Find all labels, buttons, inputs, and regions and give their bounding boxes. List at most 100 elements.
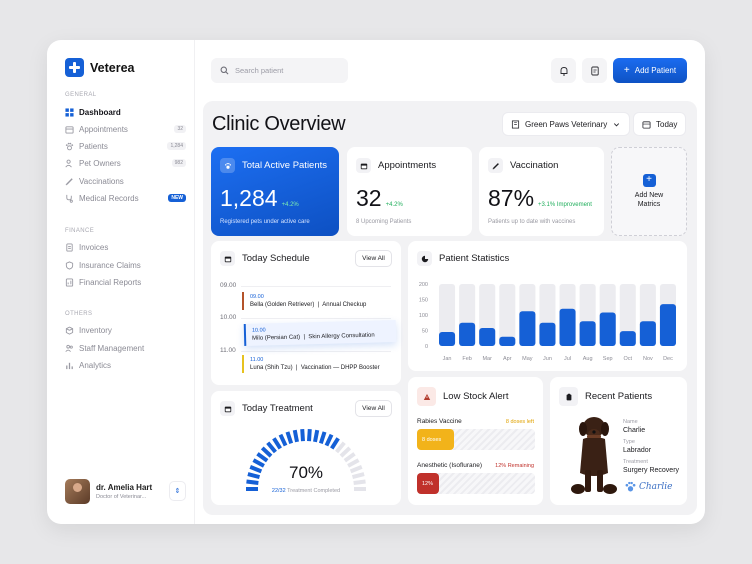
box-icon	[65, 326, 74, 335]
sidebar-item-dashboard[interactable]: Dashboard	[65, 105, 186, 119]
bar[interactable]	[519, 311, 536, 346]
sidebar-item-label: Vaccinations	[79, 176, 124, 186]
recent-title: Recent Patients	[559, 387, 652, 406]
y-tick-label: 0	[425, 344, 428, 350]
gauge-tick	[343, 452, 356, 463]
sidebar-item-analytics[interactable]: Analytics	[65, 358, 186, 372]
sidebar-item-vaccinations[interactable]: Vaccinations	[65, 174, 186, 188]
bar[interactable]	[559, 308, 576, 346]
stat-number: 1,284	[220, 185, 278, 211]
bar[interactable]	[539, 322, 556, 346]
users-icon	[65, 159, 74, 168]
notes-button[interactable]	[582, 58, 607, 83]
schedule-item[interactable]: 09.00 Bella (Golden Retriever) | Annual …	[242, 292, 387, 310]
sidebar-item-insurance-claims[interactable]: Insurance Claims	[65, 258, 186, 272]
patient-statistics-card: Patient Statistics 200 150 100 50 0 Jan Feb Mar…	[408, 241, 687, 371]
calendar-icon	[356, 158, 371, 173]
sidebar-item-pet-owners[interactable]: Pet Owners 982	[65, 156, 186, 170]
stethoscope-icon	[65, 194, 74, 203]
patient-statistics-chart: 200 150 100 50 0 Jan Feb Mar Apr May Jun Jul Aug Sep O…	[419, 282, 676, 362]
bar[interactable]	[659, 304, 676, 346]
bar[interactable]	[599, 312, 616, 346]
stat-card-appointments[interactable]: Appointments 32 +4.2% 8 Upcoming Patient…	[347, 147, 472, 236]
date-selector[interactable]: Today	[633, 112, 687, 136]
bar[interactable]	[499, 336, 516, 346]
section-label-others: Others	[65, 311, 93, 317]
sidebar-item-label: Financial Reports	[79, 277, 142, 287]
bar[interactable]	[639, 321, 656, 346]
gauge-tick	[339, 446, 352, 458]
sidebar-item-staff-management[interactable]: Staff Management	[65, 341, 186, 355]
bar[interactable]	[619, 331, 636, 346]
treatment-percent: 70%	[288, 463, 324, 482]
gauge-tick	[260, 446, 273, 458]
schedule-item-pet: Milo (Persian Cat)	[252, 334, 301, 342]
search-placeholder: Search patient	[235, 66, 284, 75]
patient-field-label: Type	[623, 439, 635, 445]
sidebar-item-medical-records[interactable]: Medical Records NEW	[65, 191, 186, 205]
treatment-caption: 22/32 Treatment Completed	[211, 488, 401, 494]
stat-card-vaccination[interactable]: Vaccination 87% +3.1% Improvement Patien…	[479, 147, 604, 236]
add-metrics-button[interactable]: + Add New Matrics	[611, 147, 687, 236]
bar[interactable]	[579, 321, 596, 346]
date-label: Today	[656, 119, 678, 129]
schedule-item-time: 09.00	[250, 294, 264, 300]
patient-field-value: Labrador	[623, 447, 652, 454]
bar[interactable]	[479, 328, 496, 346]
paw-icon	[65, 142, 74, 151]
sidebar-item-label: Dashboard	[79, 107, 121, 117]
stat-number: 32	[356, 185, 382, 211]
calendar-icon	[220, 251, 235, 266]
dog-photo	[571, 417, 617, 494]
clinic-selector[interactable]: Green Paws Veterinary	[502, 112, 631, 136]
stat-card-total-patients[interactable]: Total Active Patients 1,284 +4.2% Regist…	[211, 147, 339, 236]
gauge-tick	[313, 429, 320, 443]
x-tick-label: Jul	[564, 356, 571, 362]
bell-icon	[560, 66, 567, 75]
chevron-up-down-icon[interactable]: ⇕	[169, 481, 186, 501]
schedule-item[interactable]: 11.00 Luna (Shih Tzu) | Vaccination — DH…	[242, 355, 387, 373]
time-gridline	[241, 318, 391, 319]
sidebar-item-label: Medical Records	[79, 193, 139, 203]
notification-button[interactable]	[551, 58, 576, 83]
schedule-item-task: Vaccination — DHPP Booster	[300, 365, 380, 371]
x-tick-label: Aug	[583, 356, 593, 362]
x-tick-label: May	[522, 356, 533, 362]
patient-field-value: Charlie	[623, 427, 646, 434]
recent-title-label: Recent Patients	[585, 391, 653, 402]
sidebar-item-appointments[interactable]: Appointments 32	[65, 122, 186, 136]
stat-change: +4.2%	[281, 202, 299, 208]
clipboard-icon	[559, 387, 578, 406]
user-profile[interactable]: dr. Amelia Hart Doctor of Veterinar... ⇕	[65, 476, 186, 506]
stat-title: Total Active Patients	[242, 160, 328, 171]
stat-value: 87% +3.1% Improvement	[488, 185, 592, 212]
time-label: 09.00	[220, 282, 237, 289]
new-badge: NEW	[168, 194, 186, 202]
sidebar-item-inventory[interactable]: Inventory	[65, 323, 186, 337]
search-input[interactable]: Search patient	[211, 58, 348, 83]
sidebar-item-label: Pet Owners	[79, 158, 121, 168]
sidebar-item-label: Insurance Claims	[79, 260, 141, 270]
bar[interactable]	[439, 332, 456, 346]
sidebar-item-patients[interactable]: Patients 1,284	[65, 139, 186, 153]
stock-level-label: 8 doses	[422, 436, 442, 443]
chevron-down-icon	[614, 122, 620, 126]
schedule-item-pet: Luna (Shih Tzu)	[250, 365, 293, 371]
stock-level-fill: 8 doses	[417, 429, 454, 450]
schedule-item[interactable]: 10.00 Milo (Persian Cat) | Skin Allergy …	[243, 320, 397, 346]
bar[interactable]	[459, 322, 476, 346]
avatar	[65, 478, 90, 504]
stock-item-status: 12% Remaining	[495, 463, 534, 469]
schedule-view-all-button[interactable]: View All	[355, 250, 392, 267]
stat-subtitle: 8 Upcoming Patients	[356, 219, 412, 225]
brand[interactable]: Veterea	[65, 58, 134, 77]
add-patient-button[interactable]: + Add Patient	[613, 58, 687, 83]
time-gridline	[241, 351, 391, 352]
patient-field-label: Treatment	[623, 459, 648, 465]
sidebar-item-invoices[interactable]: Invoices	[65, 240, 186, 254]
stat-header: Vaccination	[488, 158, 558, 173]
stock-item-name: Anesthetic (Isoflurane)	[417, 462, 483, 469]
sidebar-item-financial-reports[interactable]: Financial Reports	[65, 275, 186, 289]
x-tick-label: Nov	[643, 356, 653, 362]
search-icon	[220, 66, 229, 75]
